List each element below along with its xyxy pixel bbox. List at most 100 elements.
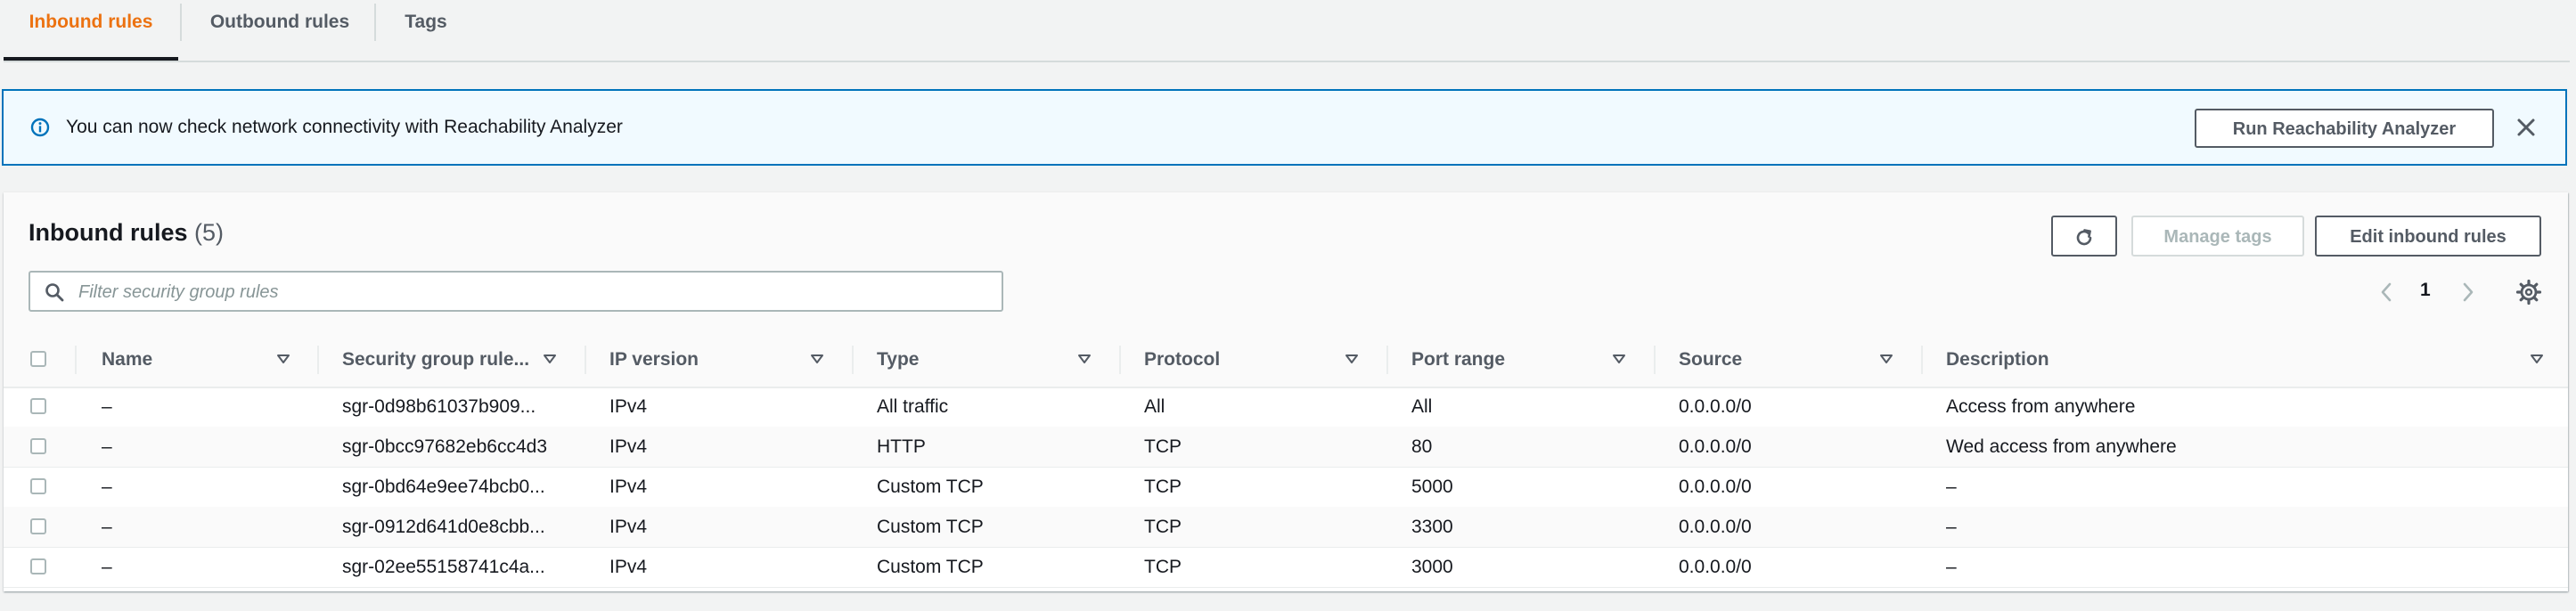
filter-security-group-rules-input[interactable] [77, 276, 989, 308]
cell-type: Custom TCP [877, 477, 984, 497]
cell-ip-version: IPv4 [609, 477, 648, 497]
row-checkbox[interactable] [30, 438, 46, 454]
cell-description: Wed access from anywhere [1946, 436, 2177, 457]
column-divider [585, 346, 586, 374]
refresh-button[interactable] [2051, 216, 2117, 257]
cell-type: All traffic [877, 396, 949, 417]
tab-bar: Inbound rules Outbound rules Tags [4, 0, 2570, 62]
column-header-description[interactable]: Description [1946, 333, 2049, 387]
cell-port-range: 80 [1411, 436, 1433, 457]
column-header-type[interactable]: Type [877, 333, 919, 387]
filter-search-box [29, 271, 1003, 312]
column-header-name[interactable]: Name [102, 333, 152, 387]
cell-name: – [102, 436, 112, 457]
run-reachability-analyzer-button[interactable]: Run Reachability Analyzer [2195, 109, 2494, 148]
cell-protocol: All [1144, 396, 1165, 417]
sort-down-icon[interactable] [275, 351, 291, 367]
alert-message: You can now check network connectivity w… [66, 117, 623, 137]
column-divider [852, 346, 854, 374]
cell-source: 0.0.0.0/0 [1679, 436, 1752, 457]
search-icon [45, 283, 64, 302]
sort-down-icon[interactable] [809, 351, 825, 367]
table-row[interactable]: – sgr-0bd64e9ee74bcb0... IPv4 Custom TCP… [4, 467, 2568, 508]
sort-down-icon[interactable] [1344, 351, 1360, 367]
row-checkbox[interactable] [30, 518, 46, 534]
table-row[interactable]: – sgr-02ee55158741c4a... IPv4 Custom TCP… [4, 547, 2568, 588]
cell-port-range: 3000 [1411, 557, 1453, 577]
chevron-right-icon[interactable] [2454, 279, 2481, 306]
column-header-protocol[interactable]: Protocol [1144, 333, 1220, 387]
cell-name: – [102, 396, 112, 417]
cell-type: Custom TCP [877, 557, 984, 577]
cell-ip-version: IPv4 [609, 436, 648, 457]
current-page-number[interactable]: 1 [2420, 280, 2431, 301]
cell-description: – [1946, 557, 1957, 577]
row-checkbox[interactable] [30, 558, 46, 574]
panel-title: Inbound rules (5) [29, 219, 224, 247]
manage-tags-button[interactable]: Manage tags [2131, 216, 2304, 257]
tab-divider [374, 4, 376, 41]
column-divider [75, 346, 77, 374]
rule-count: (5) [194, 219, 225, 246]
column-divider [1386, 346, 1388, 374]
cell-port-range: 3300 [1411, 517, 1453, 537]
select-all-checkbox[interactable] [30, 351, 46, 367]
cell-description: – [1946, 477, 1957, 497]
cell-source: 0.0.0.0/0 [1679, 396, 1752, 417]
column-header-ip-version[interactable]: IP version [609, 333, 699, 387]
column-divider [317, 346, 319, 374]
cell-ip-version: IPv4 [609, 517, 648, 537]
column-header-source[interactable]: Source [1679, 333, 1742, 387]
chevron-left-icon[interactable] [2374, 279, 2400, 306]
sort-down-icon[interactable] [1611, 351, 1627, 367]
cell-protocol: TCP [1144, 517, 1182, 537]
sort-down-icon[interactable] [1076, 351, 1092, 367]
cell-source: 0.0.0.0/0 [1679, 557, 1752, 577]
column-header-rule-id[interactable]: Security group rule... [342, 333, 529, 387]
cell-rule-id[interactable]: sgr-0bd64e9ee74bcb0... [342, 467, 570, 507]
table-row[interactable]: – sgr-0912d641d0e8cbb... IPv4 Custom TCP… [4, 507, 2568, 548]
sort-down-icon[interactable] [542, 351, 558, 367]
cell-protocol: TCP [1144, 436, 1182, 457]
cell-rule-id[interactable]: sgr-0bcc97682eb6cc4d3 [342, 427, 570, 467]
cell-rule-id[interactable]: sgr-0d98b61037b909... [342, 387, 570, 427]
column-header-port-range[interactable]: Port range [1411, 333, 1505, 387]
row-checkbox[interactable] [30, 398, 46, 414]
sort-down-icon[interactable] [2529, 351, 2545, 367]
info-alert: You can now check network connectivity w… [2, 89, 2567, 166]
table-row[interactable]: – sgr-0d98b61037b909... IPv4 All traffic… [4, 387, 2568, 428]
info-icon [30, 118, 50, 137]
sort-down-icon[interactable] [1878, 351, 1894, 367]
cell-protocol: TCP [1144, 477, 1182, 497]
cell-description: Access from anywhere [1946, 396, 2136, 417]
column-divider [1119, 346, 1121, 374]
column-divider [1921, 346, 1923, 374]
inbound-rules-panel: Inbound rules (5) Manage tags Edit inbou… [4, 192, 2568, 591]
edit-inbound-rules-button[interactable]: Edit inbound rules [2315, 216, 2541, 257]
refresh-icon [2076, 228, 2092, 245]
cell-type: Custom TCP [877, 517, 984, 537]
panel-title-text: Inbound rules [29, 219, 188, 246]
cell-rule-id[interactable]: sgr-0912d641d0e8cbb... [342, 507, 570, 547]
tab-inbound-rules[interactable]: Inbound rules [4, 0, 178, 61]
cell-ip-version: IPv4 [609, 396, 648, 417]
table-header: Name Security group rule... IP version T… [4, 333, 2568, 388]
tab-outbound-rules[interactable]: Outbound rules [192, 0, 367, 59]
row-checkbox[interactable] [30, 478, 46, 494]
cell-protocol: TCP [1144, 557, 1182, 577]
tab-tags[interactable]: Tags [385, 0, 467, 59]
gear-icon[interactable] [2515, 278, 2543, 306]
cell-port-range: All [1411, 396, 1433, 417]
cell-name: – [102, 557, 112, 577]
cell-source: 0.0.0.0/0 [1679, 517, 1752, 537]
cell-type: HTTP [877, 436, 926, 457]
table-row[interactable]: – sgr-0bcc97682eb6cc4d3 IPv4 HTTP TCP 80… [4, 427, 2568, 468]
panel-header: Inbound rules (5) Manage tags Edit inbou… [4, 192, 2568, 388]
cell-port-range: 5000 [1411, 477, 1453, 497]
cell-name: – [102, 517, 112, 537]
column-divider [1654, 346, 1656, 374]
cell-ip-version: IPv4 [609, 557, 648, 577]
close-icon[interactable] [2513, 114, 2539, 141]
cell-rule-id[interactable]: sgr-02ee55158741c4a... [342, 547, 570, 587]
cell-description: – [1946, 517, 1957, 537]
